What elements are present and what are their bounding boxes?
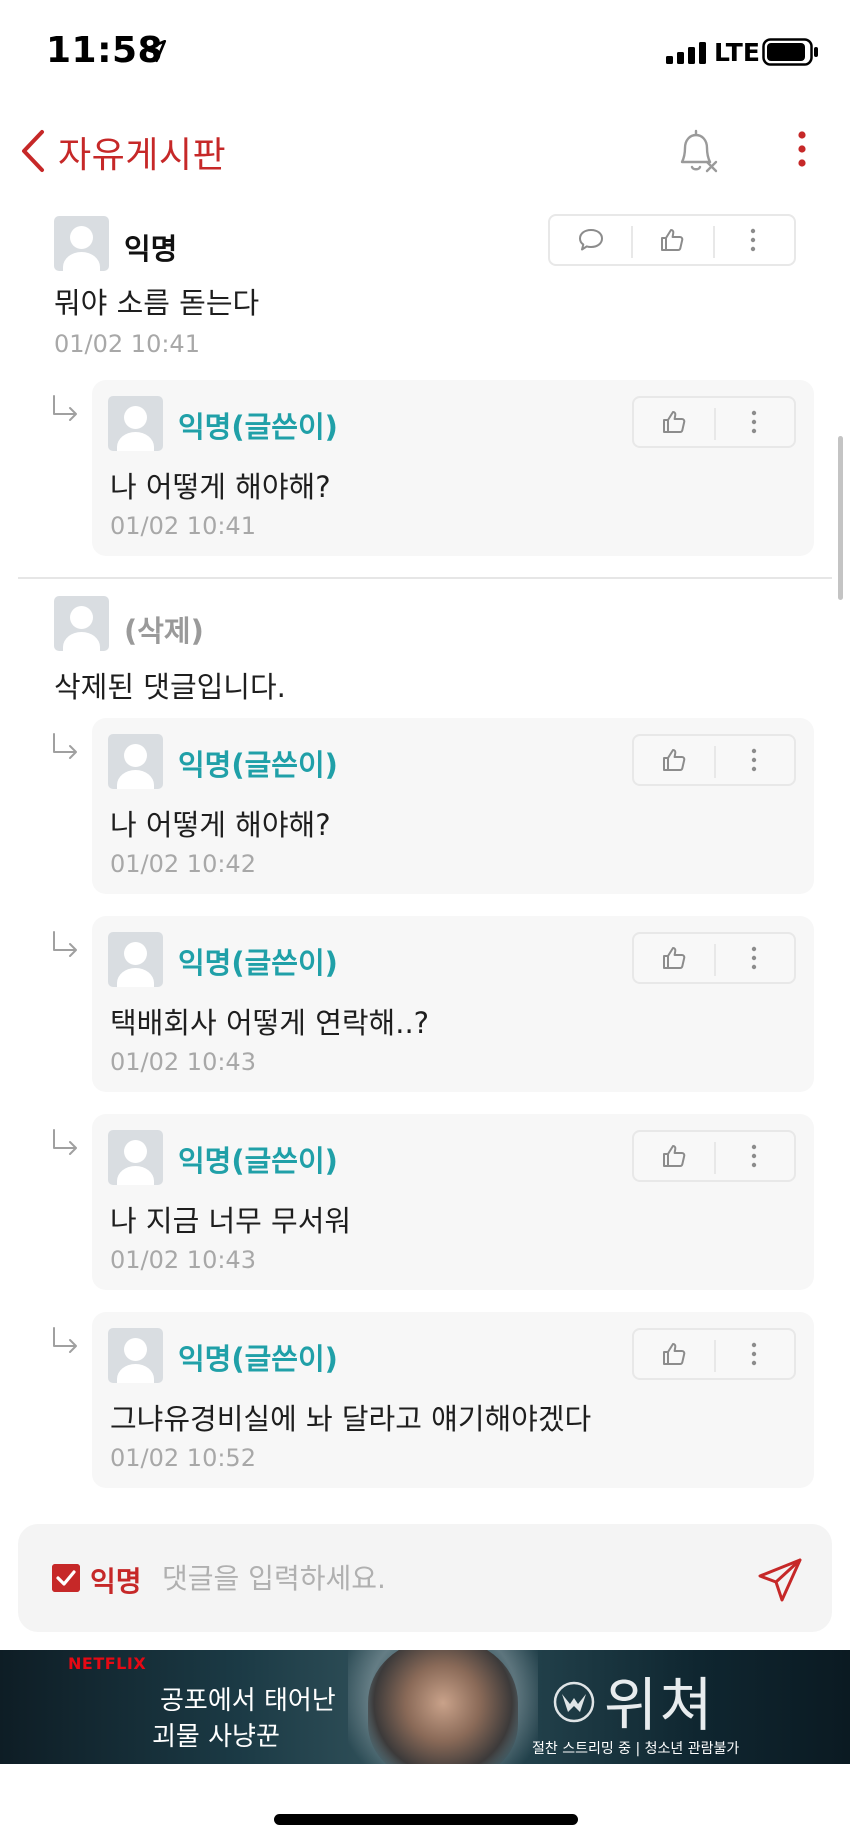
witcher-emblem-icon [553, 1681, 595, 1723]
reply-author: 익명(글쓴이) [178, 1342, 338, 1376]
more-vertical-icon [751, 410, 757, 434]
more-vertical-icon[interactable] [790, 126, 814, 176]
page-title: 자유게시판 [58, 135, 227, 176]
reply: 익명(글쓴이) 나 어떻게 해야해? 01/02 10:42 [92, 718, 814, 894]
top-nav-bar: 자유게시판 [0, 110, 850, 190]
reply-more-button[interactable] [714, 934, 794, 982]
like-button[interactable] [634, 1330, 714, 1378]
status-bar: 11:58 LTE [0, 0, 850, 100]
like-button[interactable] [634, 1132, 714, 1180]
thumbs-up-icon [663, 411, 686, 433]
ad-tagline: 공포에서 태어난 [160, 1686, 336, 1716]
comment-actions [548, 214, 796, 266]
comment-text: 뭐야 소름 돋는다 [54, 286, 260, 320]
thumbs-up-icon [663, 947, 686, 969]
reply-text: 나 어떻게 해야해? [110, 470, 331, 504]
like-button[interactable] [634, 398, 714, 446]
network-type: LTE [714, 38, 760, 67]
back-chevron-icon[interactable] [16, 128, 50, 174]
battery-icon [762, 38, 818, 66]
reply-arrow-icon [53, 1129, 77, 1155]
reply-text: 그냐유경비실에 놔 달라고 얘기해야겠다 [110, 1402, 592, 1436]
comment-author: 익명 [124, 232, 178, 266]
more-vertical-icon [751, 228, 756, 252]
reply-timestamp: 01/02 10:41 [110, 512, 256, 540]
reply-author: 익명(글쓴이) [178, 946, 338, 980]
comment-input-bar: 익명 [18, 1524, 832, 1632]
more-vertical-icon [751, 748, 757, 772]
avatar [54, 596, 109, 651]
comment-input[interactable] [162, 1550, 732, 1606]
comment-author: (삭제) [124, 614, 204, 648]
reply-actions [632, 1328, 796, 1380]
avatar [108, 1328, 163, 1383]
location-arrow-icon [143, 39, 167, 63]
reply-timestamp: 01/02 10:42 [110, 850, 256, 878]
reply-text: 택배회사 어떻게 연락해..? [110, 1006, 430, 1040]
ad-subtitle: 절찬 스트리밍 중 | 청소년 관람불가 [532, 1741, 740, 1757]
reply-arrow-icon [53, 395, 77, 421]
reply-more-button[interactable] [714, 736, 794, 784]
reply-actions [632, 1130, 796, 1182]
like-button[interactable] [634, 934, 714, 982]
more-vertical-icon [751, 1342, 757, 1366]
reply-timestamp: 01/02 10:43 [110, 1048, 256, 1076]
like-button[interactable] [634, 736, 714, 784]
reply: 익명(글쓴이) 나 어떻게 해야해? 01/02 10:41 [92, 380, 814, 556]
avatar [108, 396, 163, 451]
reply-text: 나 어떻게 해야해? [110, 808, 331, 842]
thumbs-up-icon [663, 1343, 686, 1365]
reply-author: 익명(글쓴이) [178, 1144, 338, 1178]
thumbs-up-icon [660, 229, 684, 251]
comment-divider [18, 577, 832, 579]
comment-text: 삭제된 댓글입니다. [54, 670, 286, 704]
reply-more-button[interactable] [714, 1330, 794, 1378]
ad-character-image [368, 1650, 518, 1764]
comment: (삭제) 삭제된 댓글입니다. [0, 596, 850, 706]
reply: 익명(글쓴이) 택배회사 어떻게 연락해..? 01/02 10:43 [92, 916, 814, 1092]
signal-icon [666, 42, 706, 64]
avatar [108, 1130, 163, 1185]
avatar [54, 216, 109, 271]
more-vertical-icon [751, 946, 757, 970]
reply-actions [632, 734, 796, 786]
thumbs-up-icon [663, 1145, 686, 1167]
comment: 익명 뭐야 소름 돋는다 01/02 10:41 [0, 212, 850, 362]
reply-author: 익명(글쓴이) [178, 748, 338, 782]
comment-more-button[interactable] [712, 216, 794, 264]
home-indicator[interactable] [274, 1814, 578, 1825]
anonymous-label[interactable]: 익명 [90, 1560, 142, 1600]
comment-timestamp: 01/02 10:41 [54, 330, 200, 358]
reply: 익명(글쓴이) 그냐유경비실에 놔 달라고 얘기해야겠다 01/02 10:52 [92, 1312, 814, 1488]
reply: 익명(글쓴이) 나 지금 너무 무서워 01/02 10:43 [92, 1114, 814, 1290]
ad-tagline: 괴물 사냥꾼 [152, 1722, 280, 1752]
reply-button[interactable] [550, 216, 631, 264]
avatar [108, 932, 163, 987]
more-vertical-icon [751, 1144, 757, 1168]
reply-more-button[interactable] [714, 398, 794, 446]
reply-actions [632, 932, 796, 984]
reply-text: 나 지금 너무 무서워 [110, 1204, 352, 1238]
checkbox-icon[interactable] [52, 1564, 80, 1592]
avatar [108, 734, 163, 789]
reply-author: 익명(글쓴이) [178, 410, 338, 444]
reply-arrow-icon [53, 1327, 77, 1353]
reply-arrow-icon [53, 931, 77, 957]
thumbs-up-icon [663, 749, 686, 771]
reply-more-button[interactable] [714, 1132, 794, 1180]
reply-arrow-icon [53, 733, 77, 759]
scrollbar[interactable] [838, 436, 843, 600]
like-button[interactable] [631, 216, 712, 264]
comment-icon [578, 229, 603, 251]
bell-off-icon[interactable] [672, 126, 720, 178]
reply-actions [632, 396, 796, 448]
send-icon[interactable] [754, 1554, 806, 1606]
ad-brand: NETFLIX [68, 1654, 147, 1673]
ad-banner[interactable]: NETFLIX 공포에서 태어난 괴물 사냥꾼 위쳐 절찬 스트리밍 중 | 청… [0, 1650, 850, 1764]
reply-timestamp: 01/02 10:52 [110, 1444, 256, 1472]
ad-title: 위쳐 [604, 1671, 715, 1739]
reply-timestamp: 01/02 10:43 [110, 1246, 256, 1274]
